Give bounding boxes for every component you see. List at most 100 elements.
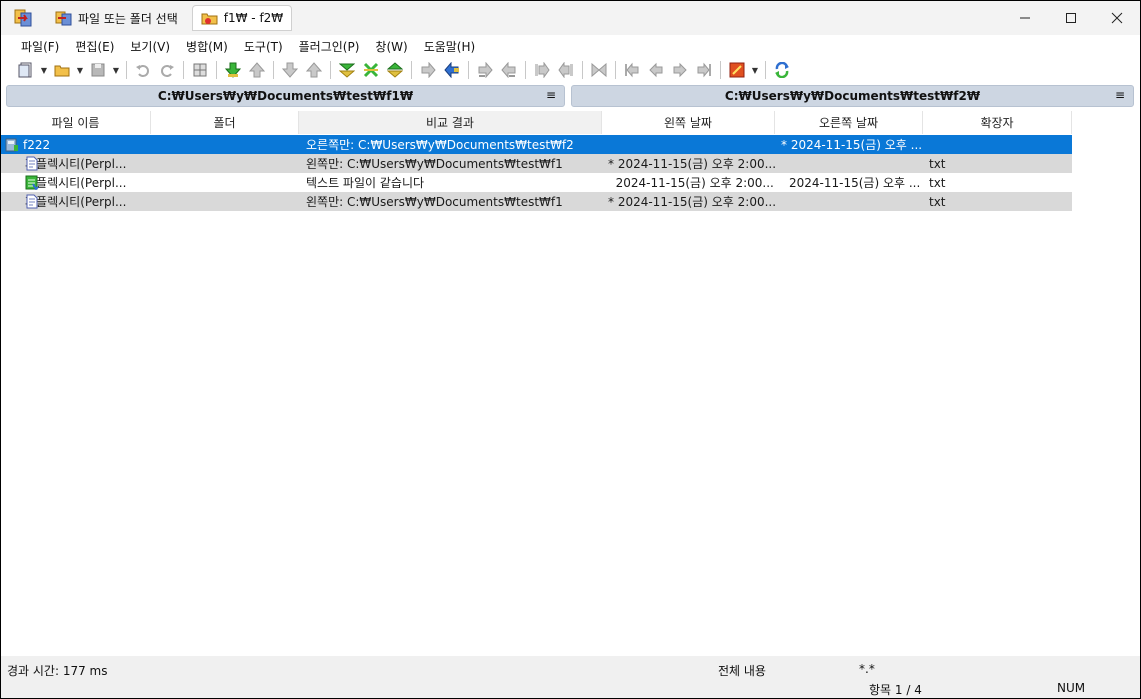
menu-help[interactable]: 도움말(H) bbox=[416, 38, 484, 55]
delete-button[interactable] bbox=[588, 59, 610, 81]
filter-label: 전체 내용 bbox=[718, 664, 766, 678]
tab-label: 파일 또는 폴더 선택 bbox=[78, 11, 178, 26]
prev-file-icon bbox=[649, 62, 663, 78]
winmerge-app-icon[interactable] bbox=[13, 7, 35, 29]
right-path-menu-icon[interactable]: ≡ bbox=[1115, 88, 1125, 102]
open-folder-icon bbox=[54, 65, 70, 77]
left-path-menu-icon[interactable]: ≡ bbox=[546, 88, 556, 102]
menu-tools[interactable]: 도구(T) bbox=[236, 38, 291, 55]
table-row[interactable]: 퍼플렉시티(Perpl... 왼쪽만: C:₩Users₩y₩Documents… bbox=[1, 154, 1072, 173]
toolbar-separator bbox=[183, 61, 184, 79]
cell-extension: txt bbox=[929, 156, 946, 171]
folder-compare-icon bbox=[201, 13, 218, 25]
copy-all-right-button[interactable] bbox=[531, 59, 553, 81]
prev-difference-button[interactable] bbox=[246, 59, 268, 81]
copy-left-button[interactable] bbox=[441, 59, 463, 81]
refresh-compare-button[interactable] bbox=[771, 59, 793, 81]
cell-filename: 퍼플렉시티(Perpl... bbox=[1, 192, 151, 211]
cell-compare-result: 왼쪽만: C:₩Users₩y₩Documents₩test₩f1 bbox=[306, 195, 563, 209]
tab-label: f1₩ - f2₩ bbox=[223, 11, 284, 25]
toolbar-separator bbox=[411, 61, 412, 79]
copy-right-button[interactable] bbox=[417, 59, 439, 81]
next-difference-button[interactable] bbox=[222, 59, 244, 81]
first-file-icon bbox=[625, 62, 639, 78]
cell-extension: txt bbox=[929, 194, 946, 209]
filename-text: f222 bbox=[23, 137, 51, 152]
open-dropdown[interactable]: ▼ bbox=[75, 59, 85, 81]
left-path-header[interactable]: C:₩Users₩y₩Documents₩test₩f1₩ ≡ bbox=[6, 85, 565, 107]
new-button[interactable] bbox=[15, 59, 37, 81]
menu-window[interactable]: 창(W) bbox=[367, 38, 415, 55]
cell-filename: f222 bbox=[1, 135, 151, 154]
right-path-header[interactable]: C:₩Users₩y₩Documents₩test₩f2₩ ≡ bbox=[571, 85, 1134, 107]
prev-conflict-button[interactable] bbox=[303, 59, 325, 81]
redo-icon bbox=[161, 65, 174, 77]
copy-all-right-icon bbox=[535, 62, 550, 78]
cell-left-date: * 2024-11-15(금) 오후 2:00... bbox=[608, 195, 775, 209]
undo-icon bbox=[136, 65, 149, 77]
menu-view[interactable]: 보기(V) bbox=[122, 38, 178, 55]
filename-text: 퍼플렉시티(Perpl... bbox=[25, 157, 127, 171]
column-right-date[interactable]: 오른쪽 날짜 bbox=[775, 111, 923, 134]
last-file-button[interactable] bbox=[693, 59, 715, 81]
last-difference-button[interactable] bbox=[384, 59, 406, 81]
tab-select-files[interactable]: 파일 또는 폴더 선택 bbox=[45, 5, 188, 31]
menu-file[interactable]: 파일(F) bbox=[13, 38, 67, 55]
tab-folder-compare[interactable]: f1₩ - f2₩ bbox=[191, 5, 293, 31]
toolbar-separator bbox=[126, 61, 127, 79]
refresh-icon bbox=[775, 62, 789, 78]
copy-all-left-button[interactable] bbox=[555, 59, 577, 81]
next-conflict-button[interactable] bbox=[279, 59, 301, 81]
last-diff-icon bbox=[387, 62, 403, 78]
close-button[interactable] bbox=[1094, 1, 1140, 35]
refresh-button[interactable] bbox=[189, 59, 211, 81]
cell-right-date bbox=[775, 154, 923, 173]
file-identical-icon bbox=[25, 175, 39, 190]
cell-right-date bbox=[775, 192, 923, 211]
toolbar-separator bbox=[615, 61, 616, 79]
column-filename[interactable]: 파일 이름 bbox=[1, 111, 151, 134]
cell-folder bbox=[151, 154, 299, 173]
save-button[interactable] bbox=[87, 59, 109, 81]
menu-edit[interactable]: 편집(E) bbox=[67, 38, 122, 55]
prev-file-button[interactable] bbox=[645, 59, 667, 81]
column-header: 파일 이름 폴더 비교 결과 왼쪽 날짜 오른쪽 날짜 확장자 bbox=[1, 111, 1072, 134]
folder-right-only-icon bbox=[5, 138, 18, 152]
next-file-button[interactable] bbox=[669, 59, 691, 81]
options-button[interactable] bbox=[726, 59, 748, 81]
table-row[interactable]: 퍼플렉시티(Perpl... 왼쪽만: C:₩Users₩y₩Documents… bbox=[1, 192, 1072, 211]
toolbar-separator bbox=[765, 61, 766, 79]
open-button[interactable] bbox=[51, 59, 73, 81]
first-difference-button[interactable] bbox=[336, 59, 358, 81]
new-dropdown[interactable]: ▼ bbox=[39, 59, 49, 81]
new-document-icon bbox=[18, 62, 32, 78]
arrow-down-gray-icon bbox=[282, 62, 298, 78]
current-difference-button[interactable] bbox=[360, 59, 382, 81]
delete-both-icon bbox=[591, 62, 607, 78]
toolbar-separator bbox=[273, 61, 274, 79]
options-icon bbox=[729, 62, 745, 78]
copy-left-advance-button[interactable] bbox=[498, 59, 520, 81]
cell-right-date: * 2024-11-15(금) 오후 ... bbox=[781, 138, 923, 152]
first-file-button[interactable] bbox=[621, 59, 643, 81]
undo-button[interactable] bbox=[132, 59, 154, 81]
cell-compare-result: 오른쪽만: C:₩Users₩y₩Documents₩test₩f2 bbox=[306, 138, 574, 152]
column-extension[interactable]: 확장자 bbox=[923, 111, 1072, 134]
cell-folder bbox=[151, 135, 299, 154]
table-row[interactable]: 퍼플렉시티(Perpl... 텍스트 파일이 같습니다 2024-11-15(금… bbox=[1, 173, 1072, 192]
menu-merge[interactable]: 병합(M) bbox=[178, 38, 236, 55]
column-compare-result[interactable]: 비교 결과 bbox=[299, 111, 602, 134]
title-bar: 파일 또는 폴더 선택 f1₩ - f2₩ bbox=[1, 1, 1140, 35]
minimize-button[interactable] bbox=[1002, 1, 1048, 35]
options-dropdown[interactable]: ▼ bbox=[750, 59, 760, 81]
table-row[interactable]: f222 오른쪽만: C:₩Users₩y₩Documents₩test₩f2 … bbox=[1, 135, 1072, 154]
menu-plugins[interactable]: 플러그인(P) bbox=[291, 38, 368, 55]
column-left-date[interactable]: 왼쪽 날짜 bbox=[602, 111, 775, 134]
maximize-icon bbox=[1066, 13, 1076, 23]
maximize-button[interactable] bbox=[1048, 1, 1094, 35]
redo-button[interactable] bbox=[156, 59, 178, 81]
column-folder[interactable]: 폴더 bbox=[151, 111, 299, 134]
copy-right-advance-button[interactable] bbox=[474, 59, 496, 81]
save-dropdown[interactable]: ▼ bbox=[111, 59, 121, 81]
toolbar-separator bbox=[468, 61, 469, 79]
